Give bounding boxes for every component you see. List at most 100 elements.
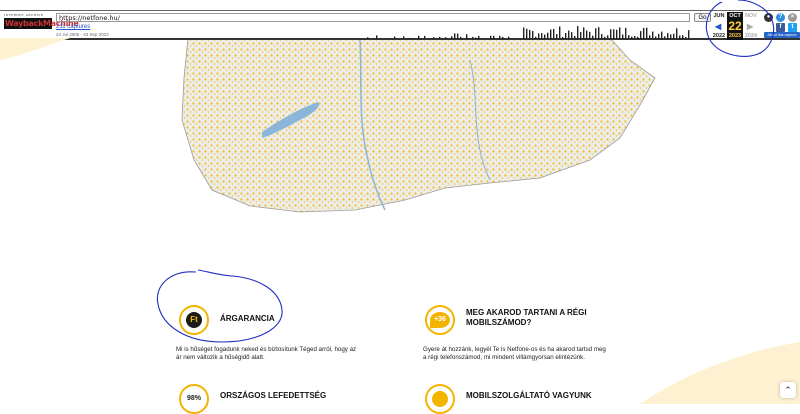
capture-bar [673,33,675,39]
capture-bar [622,34,624,39]
capture-bar [580,31,582,39]
capture-histogram[interactable] [160,24,690,39]
capture-bar [685,36,687,39]
wayback-logo-line2: WaybackMachine [4,18,79,29]
capture-bar [619,27,621,39]
capture-bar [589,31,591,39]
capture-bar [544,34,546,39]
capture-bar [607,35,609,39]
decor-wave [640,342,800,404]
phone-icon [432,391,448,407]
capture-bar [403,36,405,39]
capture-bar [529,29,531,39]
capture-bar [424,35,426,39]
capture-bar [667,33,669,39]
capture-bar [439,36,441,39]
capture-bar [595,28,597,39]
capture-bar [604,36,606,39]
capture-bar [547,32,549,39]
capture-bar [610,29,612,39]
close-icon[interactable]: × [788,13,797,22]
capture-bar [532,30,534,39]
capture-bar [652,31,654,39]
capture-bar [490,35,492,39]
scroll-top-button[interactable]: ⌃ [780,382,796,398]
feature-title-coverage: ORSZÁGOS LEFEDETTSÉG [220,391,327,400]
capture-bar [571,32,573,39]
capture-bar [574,36,576,39]
capture-bar [475,37,477,39]
capture-bar [688,30,690,39]
capture-bar [670,34,672,39]
capture-bar [679,35,681,39]
capture-bar [562,36,564,39]
coverage-icon: 98% [179,384,209,414]
capture-bar [409,37,411,39]
capture-bar [613,29,615,39]
capture-bar [640,31,642,39]
capture-bar [433,37,435,39]
capture-bar [454,33,456,39]
capture-bar [502,36,504,39]
capture-bar [634,36,636,39]
capture-bar [418,35,420,39]
capture-bar [625,27,627,39]
capture-bar [550,29,552,39]
capture-bar [457,33,459,39]
feature-text-line2: a régi telefonszámod, mi mindent villámg… [423,354,585,361]
capture-bar [577,26,579,39]
capture-bar [637,36,639,39]
capture-bar [493,35,495,39]
capture-bar [655,36,657,39]
decor-wave-top [0,38,70,60]
captures-link[interactable]: 211 captures [56,24,90,30]
wayback-toolbar: INTERNET ARCHIVE WaybackMachine https://… [0,10,800,40]
capture-bar [478,35,480,39]
feature-annotation-circle [156,269,283,343]
feature-text-line1: Mi is hűséget fogadunk neked és biztosít… [176,346,357,353]
feature-text-number-porting: Gyere át hozzánk, legyél Te is Netfone-o… [423,346,663,362]
feature-text-price-guarantee: Mi is hűséget fogadunk neked és biztosít… [176,346,406,362]
capture-bar [664,36,666,39]
capture-bar [556,34,558,39]
feature-text-line2: ár nem változik a hűségidő alatt. [176,354,265,361]
capture-bar [535,36,537,39]
feature-title-line1: MEG AKAROD TARTANI A RÉGI [466,308,587,317]
capture-bar [649,35,651,39]
capture-bar [676,28,678,39]
capture-bar [451,36,453,39]
capture-bar [541,33,543,39]
chevron-up-icon: ⌃ [784,385,792,395]
feature-title-number-porting: MEG AKAROD TARTANI A RÉGI MOBILSZÁMOD? [466,308,587,328]
capture-bar [445,37,447,39]
capture-bar [682,35,684,39]
capture-bar [658,33,660,39]
capture-bar [643,27,645,39]
capture-bar [538,33,540,39]
coverage-percent-icon: 98% [182,391,206,407]
capture-bar [499,35,501,39]
capture-bar [592,35,594,39]
number-porting-icon: +36 [425,305,455,335]
twitter-icon[interactable]: t [788,23,797,32]
capture-bar [376,35,378,39]
wayback-logo[interactable]: INTERNET ARCHIVE WaybackMachine [4,13,79,37]
feature-title-line2: MOBILSZÁMOD? [466,318,532,327]
capture-bar [553,28,555,39]
capture-bar [628,35,630,39]
capture-bar [631,36,633,39]
capture-bar [523,27,525,39]
capture-bar [583,27,585,39]
calendar-annotation-circle [705,0,775,57]
phone-prefix-icon: +36 [430,312,450,328]
capture-bar [460,36,462,39]
capture-bar [394,36,396,39]
capture-bar [646,27,648,39]
url-input[interactable]: https://netfone.hu/ [56,13,690,22]
capture-bar [601,34,603,39]
mobile-provider-icon [425,384,455,414]
feature-text-line1: Gyere át hozzánk, legyél Te is Netfone-o… [423,346,606,353]
capture-bar [466,34,468,39]
capture-bar [472,36,474,39]
capture-bar [559,26,561,39]
